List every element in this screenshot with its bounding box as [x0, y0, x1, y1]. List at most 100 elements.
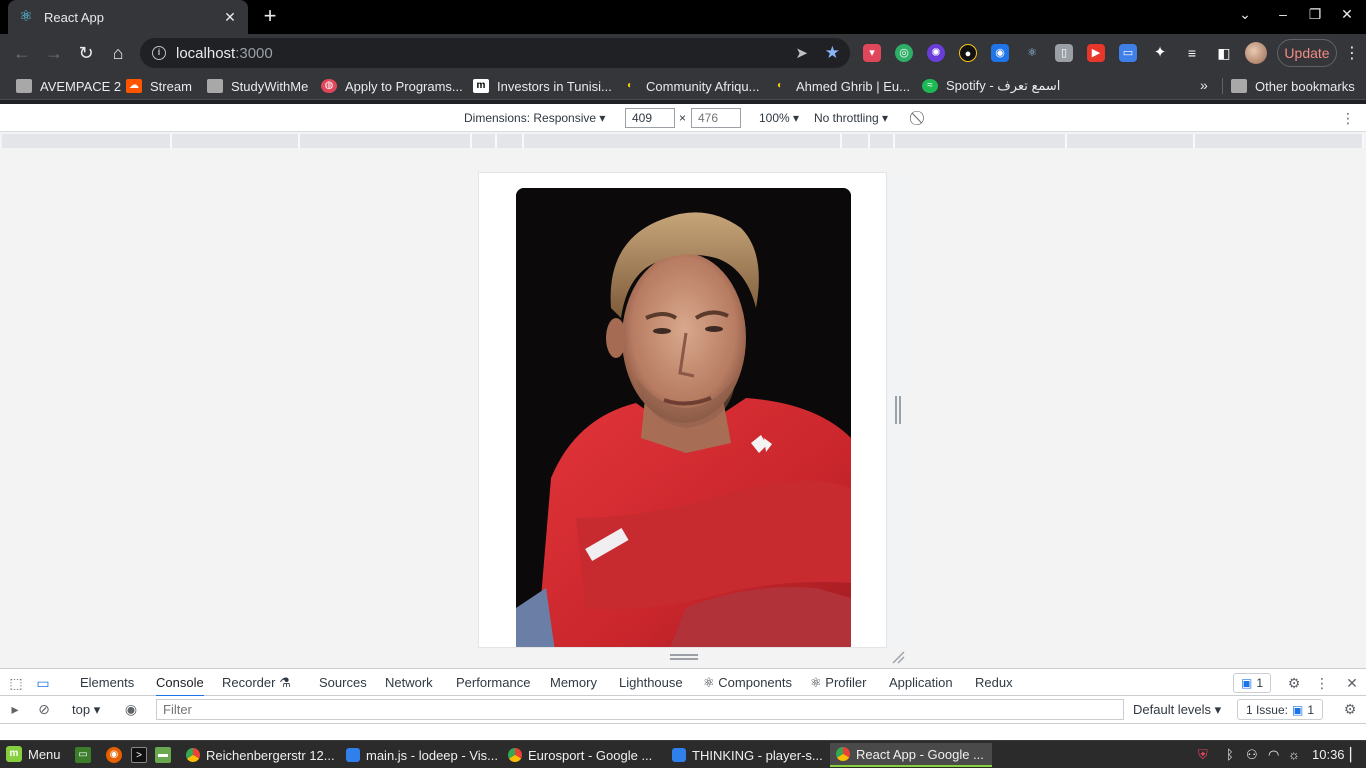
extension-moon-icon[interactable]: ● [959, 44, 977, 62]
tab-redux[interactable]: Redux [975, 675, 1013, 690]
task-vscode-thinking[interactable]: THINKING - player-s... [666, 743, 826, 767]
media-query-segment[interactable] [895, 134, 1067, 148]
tab-components[interactable]: ⚛ Components [703, 675, 792, 691]
extension-blue-icon[interactable]: ◉ [991, 44, 1009, 62]
width-input[interactable] [625, 108, 675, 128]
bookmark-star-icon[interactable]: ★ [825, 43, 840, 63]
settings-gear-icon[interactable]: ⚙ [1285, 674, 1303, 692]
tab-lighthouse[interactable]: Lighthouse [619, 675, 683, 690]
inspect-element-icon[interactable]: ⬚ [7, 674, 25, 692]
tab-sources[interactable]: Sources [319, 675, 367, 690]
eye-icon[interactable]: ◉ [122, 700, 140, 718]
height-resize-handle[interactable] [670, 654, 698, 660]
firefox-icon[interactable]: ◉ [106, 747, 122, 763]
show-desktop-icon[interactable]: ▭ [75, 747, 91, 763]
devtools-menu-icon[interactable]: ⋮ [1313, 674, 1331, 692]
device-toggle-icon[interactable]: ▭ [34, 674, 52, 692]
media-query-segment[interactable] [870, 134, 895, 148]
issues-badge[interactable]: ▣ 1 [1233, 673, 1271, 693]
bookmark-community[interactable]: ◐ Community Afriqu... [622, 77, 759, 95]
device-options-icon[interactable]: ⋮ [1341, 110, 1355, 127]
tab-elements[interactable]: Elements [80, 675, 134, 690]
media-query-segment[interactable] [2, 134, 172, 148]
player-photo[interactable] [516, 188, 851, 647]
video-extension-icon[interactable]: ▶ [1087, 44, 1105, 62]
files-icon[interactable]: ▬ [155, 747, 171, 763]
bluetooth-icon[interactable]: ᛒ [1226, 747, 1234, 762]
bookmark-folder-avempace[interactable]: AVEMPACE 2 [16, 77, 121, 95]
extension-purple-icon[interactable]: ✺ [927, 44, 945, 62]
tab-recorder[interactable]: Recorder ⚗ [222, 675, 291, 691]
dimensions-select[interactable]: Dimensions: Responsive ▾ [464, 111, 605, 125]
tab-profiler[interactable]: ⚛ Profiler [810, 675, 866, 691]
console-output[interactable] [0, 724, 1366, 740]
issue-count-button[interactable]: 1 Issue: ▣ 1 [1237, 699, 1323, 720]
console-filter-input[interactable] [156, 699, 1124, 720]
close-devtools-icon[interactable]: ✕ [1343, 674, 1361, 692]
start-menu-button[interactable]: m Menu [6, 746, 61, 762]
media-query-segment[interactable] [300, 134, 472, 148]
show-desktop-corner[interactable]: ▏ [1350, 747, 1360, 763]
media-query-segment[interactable] [172, 134, 300, 148]
new-tab-button[interactable]: + [258, 5, 282, 29]
screen-extension-icon[interactable]: ▭ [1119, 44, 1137, 62]
zoom-select[interactable]: 100% ▾ [759, 111, 799, 125]
reload-icon[interactable]: ↻ [75, 42, 97, 64]
back-icon[interactable]: ← [11, 42, 33, 64]
sidebar-toggle-icon[interactable]: ▸ [6, 700, 24, 718]
update-button[interactable]: Update [1277, 39, 1337, 67]
wifi-icon[interactable]: ◠ [1268, 747, 1279, 763]
bookmark-investors[interactable]: m Investors in Tunisi... [473, 77, 612, 95]
other-bookmarks-folder[interactable]: Other bookmarks [1231, 77, 1355, 95]
media-query-segment[interactable] [524, 134, 842, 148]
clock[interactable]: 10:36 [1312, 747, 1345, 762]
tab-application[interactable]: Application [889, 675, 953, 690]
minimize-icon[interactable]: ‒ [1273, 6, 1293, 22]
console-settings-icon[interactable]: ⚙ [1341, 700, 1359, 718]
tab-performance[interactable]: Performance [456, 675, 530, 690]
shield-icon[interactable]: ⛨ [1198, 747, 1208, 763]
browser-menu-icon[interactable]: ⋮ [1344, 43, 1360, 63]
bookmark-stream[interactable]: ☁ Stream [126, 77, 192, 95]
bookmark-apply-programs[interactable]: ◍ Apply to Programs... [321, 77, 463, 95]
extension-green-icon[interactable]: ◎ [895, 44, 913, 62]
send-to-device-icon[interactable]: ➤ [795, 44, 808, 62]
tab-search-icon[interactable]: ⌄ [1235, 6, 1255, 23]
media-control-icon[interactable]: ≡ [1183, 44, 1201, 62]
profile-avatar[interactable] [1245, 42, 1267, 64]
tab-memory[interactable]: Memory [550, 675, 597, 690]
react-devtools-icon[interactable]: ⚛ [1023, 44, 1041, 62]
media-query-segment[interactable] [472, 134, 497, 148]
clear-console-icon[interactable]: ⊘ [35, 700, 53, 718]
task-chrome-reichenbergerstr[interactable]: Reichenbergerstr 12... [180, 743, 336, 767]
tab-console[interactable]: Console [156, 675, 204, 697]
media-query-bar[interactable] [0, 132, 1366, 150]
maximize-icon[interactable]: ❐ [1305, 6, 1325, 23]
side-panel-icon[interactable]: ◧ [1215, 44, 1233, 62]
close-window-icon[interactable]: ✕ [1337, 6, 1357, 23]
bookmark-ahmed-ghrib[interactable]: ◐ Ahmed Ghrib | Eu... [772, 77, 910, 95]
context-select[interactable]: top ▾ [72, 702, 100, 718]
pocket-icon[interactable]: ▾ [863, 44, 881, 62]
extensions-puzzle-icon[interactable]: ✦ [1151, 44, 1169, 62]
close-tab-icon[interactable]: ✕ [222, 9, 238, 26]
brightness-icon[interactable]: ☼ [1288, 747, 1300, 762]
media-query-segment[interactable] [1067, 134, 1195, 148]
task-chrome-react-app[interactable]: React App - Google ... [830, 743, 992, 767]
terminal-icon[interactable]: > [131, 747, 147, 763]
forward-icon[interactable]: → [43, 42, 65, 64]
site-info-icon[interactable]: i [152, 46, 166, 60]
media-query-segment[interactable] [842, 134, 870, 148]
height-input[interactable] [691, 108, 741, 128]
task-vscode-main[interactable]: main.js - lodeep - Vis... [340, 743, 498, 767]
reader-icon[interactable]: ▯ [1055, 44, 1073, 62]
throttling-select[interactable]: No throttling ▾ [814, 111, 888, 125]
browser-tab[interactable]: ⚛ React App ✕ [8, 0, 248, 34]
width-resize-handle[interactable] [895, 396, 901, 424]
corner-resize-handle[interactable] [891, 650, 905, 664]
user-icon[interactable]: ⚇ [1246, 747, 1258, 763]
log-levels-select[interactable]: Default levels ▾ [1133, 702, 1221, 718]
bookmark-spotify[interactable]: ≈ Spotify - اسمع تعرف [922, 77, 1060, 95]
more-bookmarks-icon[interactable]: » [1200, 77, 1208, 93]
address-bar[interactable]: i localhost:3000 ➤ ★ [140, 38, 850, 68]
